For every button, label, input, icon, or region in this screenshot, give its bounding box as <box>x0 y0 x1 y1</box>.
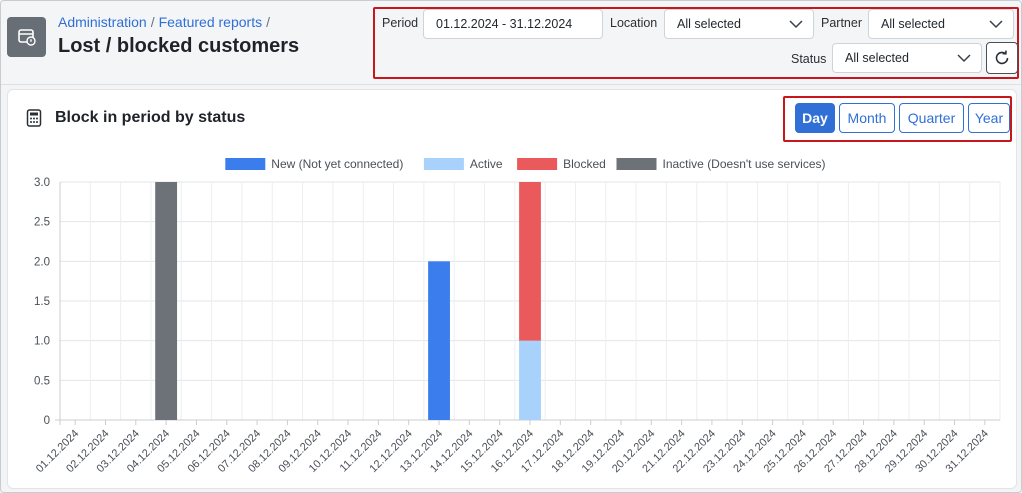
legend-swatch <box>225 158 266 170</box>
legend-swatch <box>423 158 464 170</box>
legend-swatch <box>616 158 657 170</box>
chart-card: Block in period by status Day Month Quar… <box>7 89 1017 489</box>
breadcrumb-featured-reports[interactable]: Featured reports <box>159 14 263 30</box>
breadcrumb-administration[interactable]: Administration <box>58 14 147 30</box>
status-select[interactable]: All selected <box>832 43 982 73</box>
y-tick-label: 0 <box>44 415 50 427</box>
legend-label: Blocked <box>563 157 606 171</box>
partner-select[interactable]: All selected <box>868 9 1014 39</box>
chevron-down-icon <box>957 54 971 63</box>
breadcrumb-separator: / <box>266 14 270 30</box>
y-tick-label: 3.0 <box>34 177 50 189</box>
app-frame: Administration / Featured reports / Lost / … <box>0 0 1022 493</box>
refresh-icon <box>995 50 1009 65</box>
period-input[interactable]: 01.12.2024 - 31.12.2024 <box>423 9 603 39</box>
legend-swatch <box>517 158 558 170</box>
breadcrumb: Administration / Featured reports / <box>58 14 274 30</box>
partner-label: Partner <box>821 16 862 30</box>
partner-value: All selected <box>881 17 945 31</box>
status-value: All selected <box>845 51 909 65</box>
period-label: Period <box>382 16 419 30</box>
y-tick-label: 2.5 <box>34 217 50 229</box>
chevron-down-icon <box>789 20 803 29</box>
y-tick-label: 0.5 <box>34 375 50 387</box>
filters-panel: Period 01.12.2024 - 31.12.2024 Location … <box>373 7 1019 79</box>
report-icon <box>7 17 46 57</box>
location-label: Location <box>610 16 658 30</box>
chevron-down-icon <box>989 20 1003 29</box>
refresh-button[interactable] <box>986 42 1018 74</box>
bar-segment <box>519 340 541 420</box>
legend-label: Active <box>470 157 503 171</box>
location-select[interactable]: All selected <box>664 9 814 39</box>
bar-segment <box>155 182 178 420</box>
y-tick-label: 1.0 <box>34 336 50 348</box>
legend-label: New (Not yet connected) <box>271 157 403 171</box>
legend-label: Inactive (Doesn't use services) <box>663 157 826 171</box>
breadcrumb-separator: / <box>150 14 155 30</box>
page-title: Lost / blocked customers <box>58 35 300 57</box>
bar-chart: 3.02.52.01.51.00.5001.12.202402.12.20240… <box>34 157 1001 475</box>
location-value: All selected <box>677 17 741 31</box>
page-header: Administration / Featured reports / Lost / … <box>1 1 1021 85</box>
status-label: Status <box>791 52 827 66</box>
y-tick-label: 2.0 <box>34 256 50 268</box>
period-value: 01.12.2024 - 31.12.2024 <box>436 17 573 31</box>
bar-segment <box>519 182 541 341</box>
bar-segment <box>428 261 450 420</box>
y-tick-label: 1.5 <box>34 296 50 308</box>
